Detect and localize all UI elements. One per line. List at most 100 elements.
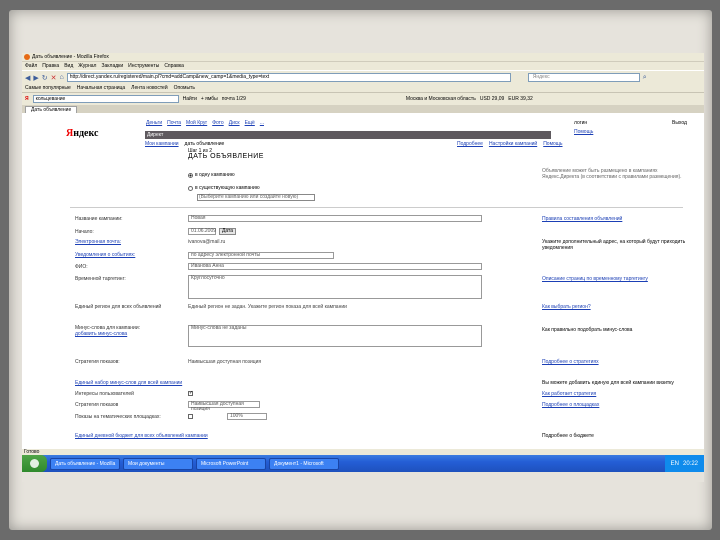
- search-input[interactable]: Яндекс: [527, 73, 640, 82]
- fio-label: ФИО:: [75, 264, 88, 270]
- tab-add-ad[interactable]: дать объявление: [185, 141, 225, 147]
- fio-input[interactable]: Иванова Анна: [188, 263, 482, 270]
- radio-new-campaign[interactable]: в одну кампанию: [188, 172, 235, 178]
- service-link[interactable]: Фото: [212, 120, 224, 126]
- yandex-search-input[interactable]: кольцевание: [32, 95, 179, 103]
- taskbar-item[interactable]: Дать объявление - Mozilla: [50, 457, 120, 470]
- notify-input[interactable]: по адресу электронной почты: [188, 252, 334, 259]
- page-content: Яндекс Деньги Почта Мой Круг Фото Диск Е…: [22, 115, 704, 472]
- daily-budget-link[interactable]: Единый дневной бюджет для всех объявлени…: [75, 433, 208, 439]
- menu-tools[interactable]: Инструменты: [128, 63, 159, 69]
- navigation-toolbar: ◀ ▶ ↻ ✕ ⌂ http://direct.yandex.ru/regist…: [22, 70, 704, 84]
- menu-history[interactable]: Журнал: [78, 63, 96, 69]
- yandex-find-button[interactable]: Найти: [183, 96, 197, 102]
- minus-words-textarea[interactable]: Минус-слова не заданы: [188, 325, 482, 347]
- radio-existing-campaign[interactable]: в существующую кампанию: [188, 185, 260, 191]
- single-minus-link[interactable]: Единый набор минус-слов для всей кампани…: [75, 380, 182, 386]
- taskbar-item[interactable]: Документ1 - Microsoft: [269, 457, 339, 470]
- link-details[interactable]: Подробнее: [457, 141, 483, 147]
- link-help[interactable]: Помощь: [543, 141, 562, 147]
- menu-bar: Файл Правка Вид Журнал Закладки Инструме…: [22, 62, 704, 70]
- hint-time[interactable]: Описание страниц по временному таргетинг…: [542, 276, 648, 282]
- bookmark-popular[interactable]: Самые популярные: [25, 85, 71, 91]
- window-title: Дать объявление - Mozilla Firefox: [32, 54, 109, 60]
- geo-label: Единый регион для всех объявлений: [75, 304, 162, 310]
- exit-link[interactable]: Выход: [672, 120, 687, 126]
- yandex-eur[interactable]: EUR 39,32: [508, 96, 532, 102]
- back-icon[interactable]: ◀: [25, 74, 30, 82]
- radio-unchecked-icon: [188, 185, 193, 191]
- menu-edit[interactable]: Правка: [42, 63, 59, 69]
- user-name[interactable]: логин: [574, 120, 587, 126]
- start-button[interactable]: [22, 455, 47, 472]
- service-link[interactable]: Почта: [167, 120, 181, 126]
- hint-rules[interactable]: Правила составления объявлений: [542, 216, 622, 222]
- menu-file[interactable]: Файл: [25, 63, 37, 69]
- hint-budget: Подробнее о бюджете: [542, 433, 594, 439]
- bookmark-home[interactable]: Начальная страница: [77, 85, 125, 91]
- service-link[interactable]: Деньги: [146, 120, 162, 126]
- divider: [70, 207, 683, 208]
- reload-icon[interactable]: ↻: [42, 74, 48, 82]
- yandex-logo[interactable]: Яндекс: [66, 128, 98, 139]
- hint-platforms[interactable]: Подробнее о площадках: [542, 402, 599, 408]
- strategy-label: Стратегия показов:: [75, 359, 120, 365]
- menu-view[interactable]: Вид: [64, 63, 73, 69]
- yandex-mail[interactable]: почта 1/29: [222, 96, 246, 102]
- hint-vcard: Вы можете добавить единую для всей кампа…: [542, 380, 674, 386]
- hint-region[interactable]: Как выбрать регион?: [542, 304, 591, 310]
- window-titlebar: Дать объявление - Mozilla Firefox: [22, 53, 704, 62]
- campaign-select[interactable]: (Выберите кампанию или создайте новую): [197, 194, 315, 201]
- percent-input[interactable]: 100%: [227, 413, 267, 420]
- percent-checkbox[interactable]: [188, 414, 193, 419]
- calendar-button[interactable]: Дата: [219, 228, 237, 235]
- tab-active[interactable]: Дать объявление: [25, 106, 78, 113]
- tab-my-campaigns[interactable]: Мои кампании: [145, 141, 179, 147]
- bookmarks-toolbar: Самые популярные Начальная страница Лент…: [22, 84, 704, 92]
- stop-icon[interactable]: ✕: [51, 74, 57, 82]
- yandex-usd[interactable]: USD 29,09: [480, 96, 504, 102]
- header-right-links: Подробнее Настройки кампаний Помощь: [457, 141, 563, 147]
- service-link[interactable]: Ещё: [245, 120, 255, 126]
- service-link[interactable]: ...: [260, 120, 264, 126]
- menu-help[interactable]: Справка: [164, 63, 184, 69]
- hint-strategy[interactable]: Подробнее о стратегиях: [542, 359, 599, 365]
- service-link[interactable]: Диск: [229, 120, 240, 126]
- bookmark-news[interactable]: Лента новостей: [131, 85, 167, 91]
- service-title-bar: Директ: [145, 131, 551, 139]
- clock: 20:22: [682, 460, 698, 467]
- radio-label: в одну кампанию: [195, 172, 235, 178]
- interests-checkbox[interactable]: [188, 390, 193, 396]
- menu-bookmarks[interactable]: Закладки: [101, 63, 123, 69]
- yandex-weather[interactable]: + ямбы: [201, 96, 218, 102]
- firefox-icon: [24, 54, 30, 60]
- email-value: ivanova@mail.ru: [188, 239, 226, 245]
- campaign-name-input[interactable]: Новая: [188, 215, 482, 222]
- yandex-bar-logo[interactable]: Я: [25, 96, 29, 102]
- context-strategy-label: Стратегия показов: [75, 402, 119, 408]
- forward-icon[interactable]: ▶: [33, 74, 38, 82]
- link-settings[interactable]: Настройки кампаний: [489, 141, 537, 147]
- campaign-name-label: Название кампании:: [75, 216, 123, 222]
- time-target-box[interactable]: Круглосуточно: [188, 275, 482, 299]
- geo-value: Единый регион не задан. Укажите регион п…: [188, 304, 347, 310]
- add-minus-words-link[interactable]: добавить минус-слова: [75, 331, 127, 337]
- bookmark-other[interactable]: Опомыть: [174, 85, 195, 91]
- hint-email: Укажите дополнительный адрес, на который…: [542, 239, 686, 251]
- search-icon[interactable]: ⌕: [643, 74, 647, 82]
- home-icon[interactable]: ⌂: [60, 74, 64, 81]
- address-bar[interactable]: http://direct.yandex.ru/registered/main.…: [66, 73, 511, 82]
- interests-label: Интересы пользователей: [75, 391, 134, 397]
- start-date-input[interactable]: 01.06.2009: [188, 228, 216, 235]
- yandex-toolbar: Я кольцевание Найти + ямбы почта 1/29 Мо…: [22, 92, 704, 105]
- service-link[interactable]: Мой Круг: [186, 120, 207, 126]
- taskbar-item[interactable]: Мои документы: [123, 457, 193, 470]
- context-strategy-select[interactable]: Наивысшая доступная позиция: [188, 401, 260, 412]
- radio-label: в существующую кампанию: [195, 185, 260, 191]
- taskbar-item[interactable]: Microsoft PowerPoint: [196, 457, 266, 470]
- hint-minus: Как правильно подобрать минус-слова: [542, 327, 633, 333]
- user-help-link[interactable]: Помощь: [574, 129, 593, 135]
- language-indicator[interactable]: EN: [671, 461, 679, 467]
- hint-how-works[interactable]: Как работает стратегия: [542, 391, 596, 397]
- yandex-region[interactable]: Москва и Московская область: [406, 96, 476, 102]
